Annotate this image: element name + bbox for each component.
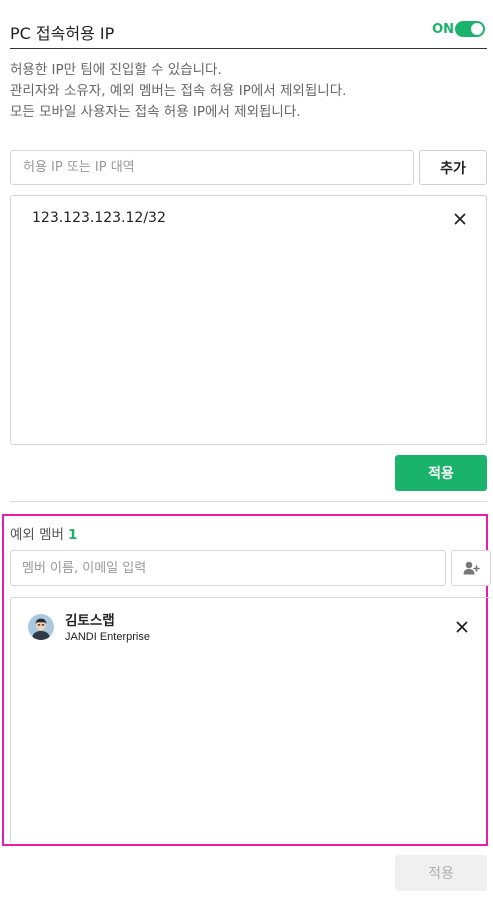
ip-address: 123.123.123.12/32 — [32, 210, 166, 226]
toggle-knob — [471, 23, 483, 35]
header-divider — [10, 48, 487, 49]
member-search-input[interactable] — [10, 550, 446, 586]
exception-members-label: 예외 멤버 — [10, 527, 64, 543]
apply-ip-button[interactable]: 적용 — [395, 455, 487, 491]
member-organization: JANDI Enterprise — [65, 631, 150, 643]
description-text: 허용한 IP만 팀에 진입할 수 있습니다. 관리자와 소유자, 예외 멤버는 … — [10, 60, 480, 123]
avatar — [28, 614, 54, 640]
close-icon[interactable] — [450, 209, 470, 229]
description-line: 모든 모바일 사용자는 접속 허용 IP에서 제외됩니다. — [10, 104, 301, 120]
exception-count-badge: 1 — [67, 527, 78, 543]
exception-members-title: 예외 멤버 1 — [10, 523, 77, 543]
description-line: 허용한 IP만 팀에 진입할 수 있습니다. — [10, 62, 222, 78]
add-ip-button[interactable]: 추가 — [419, 150, 487, 185]
ip-restriction-toggle[interactable] — [455, 21, 485, 37]
page-title: PC 접속허용 IP — [10, 24, 115, 43]
exception-member-list: 김토스랩 JANDI Enterprise — [10, 597, 490, 843]
add-user-icon — [452, 558, 490, 578]
member-name: 김토스랩 — [65, 613, 115, 629]
toggle-status-label: ON — [432, 22, 454, 37]
member-list-item: 김토스랩 JANDI Enterprise — [11, 602, 488, 648]
ip-list: 123.123.123.12/32 — [10, 195, 487, 445]
close-icon[interactable] — [452, 617, 472, 637]
ip-input[interactable] — [10, 150, 414, 185]
add-member-button[interactable] — [451, 550, 491, 586]
apply-members-button[interactable]: 적용 — [395, 855, 487, 891]
ip-setting-header: PC 접속허용 IP ON — [10, 18, 487, 44]
section-divider — [10, 501, 487, 502]
description-line: 관리자와 소유자, 예외 멤버는 접속 허용 IP에서 제외됩니다. — [10, 83, 347, 99]
ip-list-item: 123.123.123.12/32 — [11, 206, 486, 232]
